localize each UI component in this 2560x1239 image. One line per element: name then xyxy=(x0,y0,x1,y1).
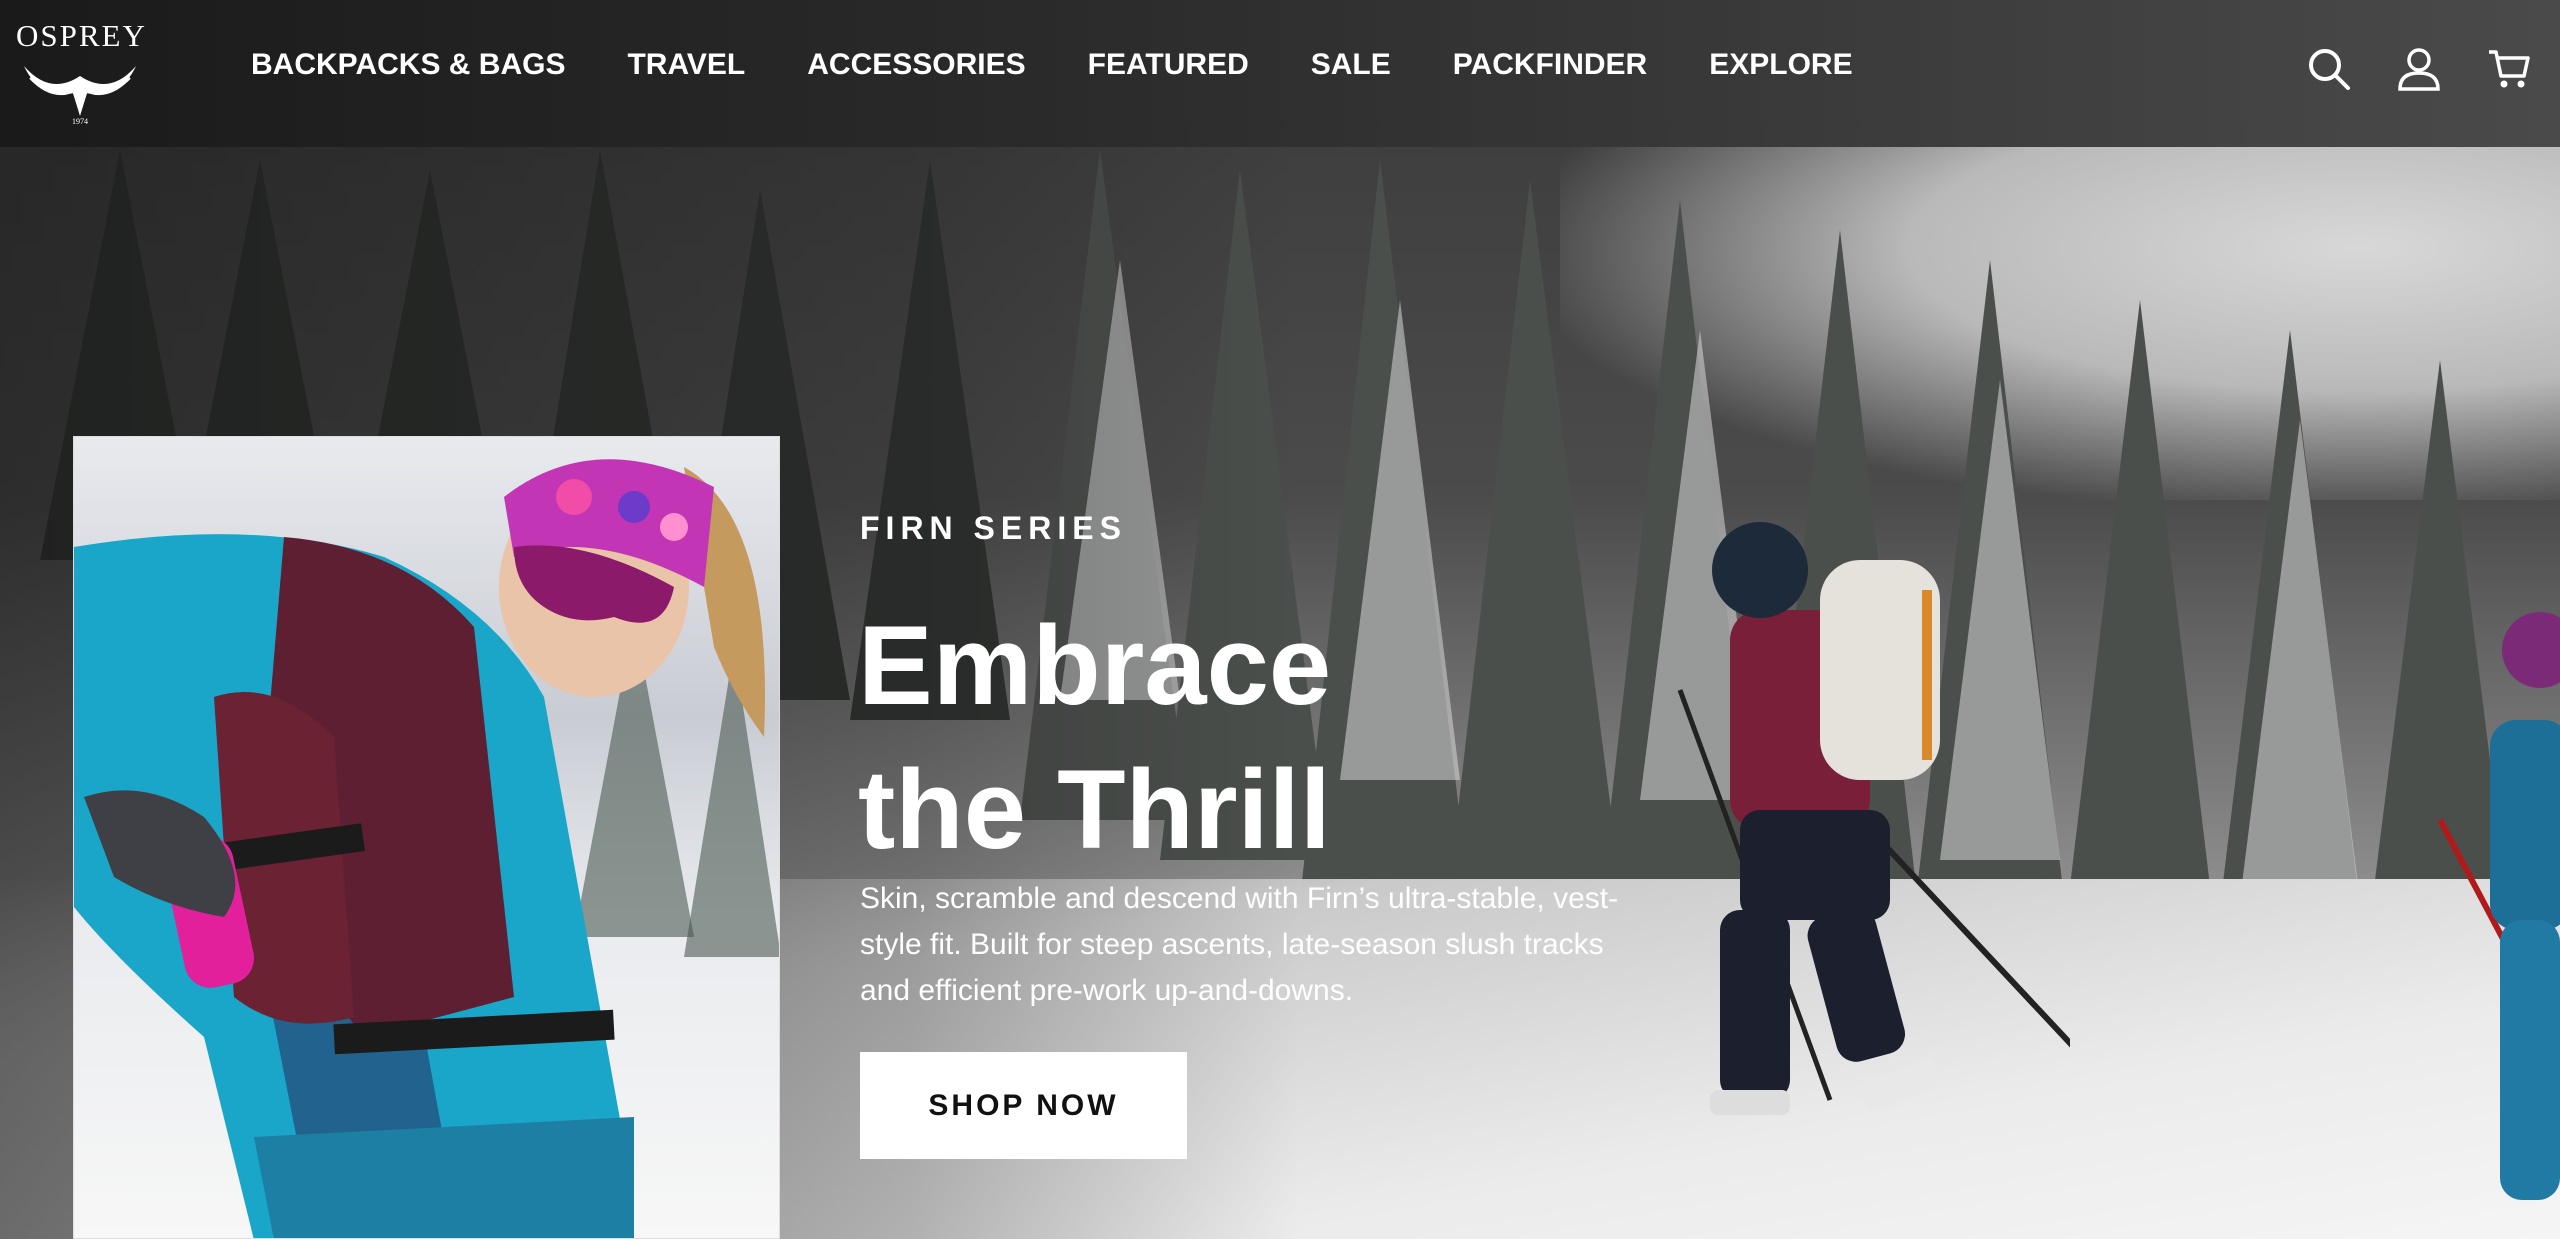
nav-packfinder[interactable]: PACKFINDER xyxy=(1453,48,1647,82)
hero-description: Skin, scramble and descend with Firn’s u… xyxy=(860,882,1619,1007)
hero-product-photo xyxy=(73,436,780,1239)
nav-sale[interactable]: SALE xyxy=(1311,48,1391,82)
nav-backpacks-bags[interactable]: BACKPACKS & BAGS xyxy=(251,48,565,82)
skier-illustration xyxy=(1677,522,2070,1115)
header-icons xyxy=(2306,46,2532,92)
cart-icon[interactable] xyxy=(2486,46,2532,92)
hiker-with-backpack-illustration xyxy=(74,459,779,1238)
account-icon[interactable] xyxy=(2396,46,2442,92)
nav-accessories[interactable]: ACCESSORIES xyxy=(807,48,1025,82)
nav-travel[interactable]: TRAVEL xyxy=(627,48,745,82)
hero-headline-line2: the Thrill xyxy=(858,747,1331,872)
logo-wordmark: OSPREY xyxy=(16,18,147,53)
nav-featured[interactable]: FEATURED xyxy=(1088,48,1249,82)
svg-text:1974: 1974 xyxy=(72,117,88,126)
site-header: OSPREY 1974 BACKPACKS & BAGS TRAVEL ACCE… xyxy=(0,0,2560,147)
osprey-bird-icon: 1974 xyxy=(24,66,136,126)
search-icon[interactable] xyxy=(2306,46,2352,92)
hero-eyebrow: FIRN SERIES xyxy=(860,510,1127,546)
osprey-logo[interactable]: OSPREY 1974 xyxy=(16,18,147,128)
main-nav: BACKPACKS & BAGS TRAVEL ACCESSORIES FEAT… xyxy=(251,48,1915,82)
shop-now-button[interactable]: SHOP NOW xyxy=(860,1052,1187,1159)
nav-explore[interactable]: EXPLORE xyxy=(1709,48,1852,82)
hero-headline-line1: Embrace xyxy=(858,603,1332,728)
skier-illustration-2 xyxy=(2437,612,2560,1200)
hero-headline: Embrace the Thrill xyxy=(858,594,1331,882)
